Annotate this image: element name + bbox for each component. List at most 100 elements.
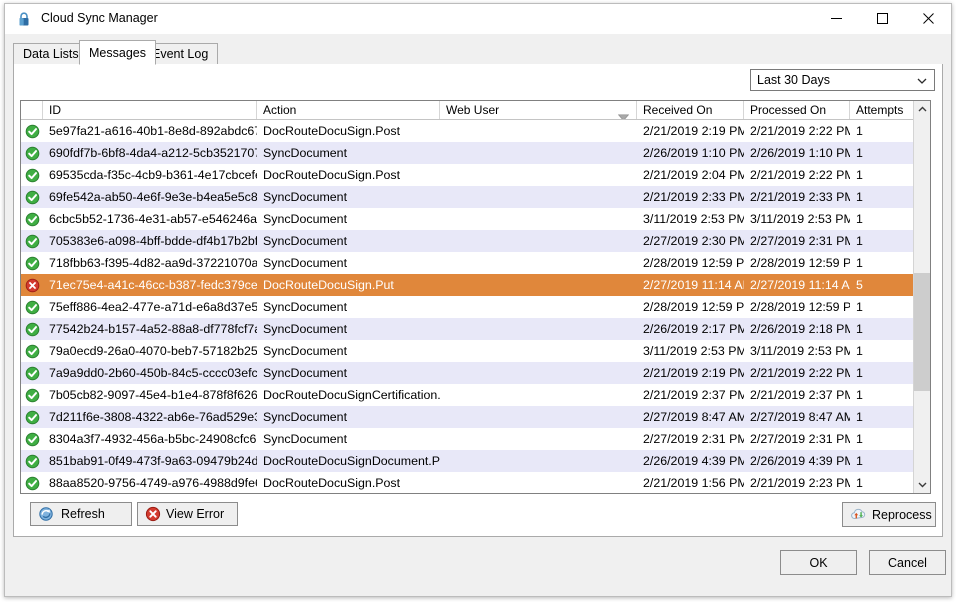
cell-web_user xyxy=(440,186,637,208)
tab-strip: Data Lists Messages Event Log xyxy=(13,40,943,65)
cell-received_on: 2/28/2019 12:59 PM xyxy=(643,300,744,314)
messages-grid[interactable]: ID Action Web User Received On Processed On A… xyxy=(20,100,931,494)
cell-received_on: 2/27/2019 2:31 PM xyxy=(643,432,744,446)
cell-processed_on: 2/21/2019 2:23 PM xyxy=(750,476,850,490)
cell-id: 77542b24-b157-4a52-88a8-df778fcf7aed xyxy=(49,322,257,336)
view-error-button[interactable]: View Error xyxy=(137,502,238,526)
column-header-web_user[interactable]: Web User xyxy=(440,101,637,119)
refresh-button-label: Refresh xyxy=(61,507,105,521)
cell-id: 69fe542a-ab50-4e6f-9e3e-b4ea5e5c85f8 xyxy=(49,190,257,204)
reprocess-button-label: Reprocess xyxy=(872,507,932,522)
cell-received_on: 2/21/2019 1:56 PM xyxy=(643,476,744,490)
cell-processed_on: 2/27/2019 2:31 PM xyxy=(750,432,850,446)
cell-received_on: 2/21/2019 2:33 PM xyxy=(643,190,744,204)
close-button[interactable] xyxy=(905,4,951,33)
column-header-label: Received On xyxy=(643,103,713,117)
refresh-button[interactable]: Refresh xyxy=(30,502,132,526)
status-ok-icon xyxy=(21,384,43,406)
table-row[interactable]: 7b05cb82-9097-45e4-b1e4-878f8f626db1 DocR… xyxy=(21,384,930,406)
cell-processed_on: 2/26/2019 1:10 PM xyxy=(750,146,850,160)
cell-processed_on: 2/26/2019 4:39 PM xyxy=(750,454,850,468)
scroll-up-button[interactable] xyxy=(914,101,930,118)
cell-id: 851bab91-0f49-473f-9a63-09479b24d48a xyxy=(49,454,257,468)
app-window: Cloud Sync Manager Data Lists Messages E… xyxy=(4,3,952,597)
tab-messages[interactable]: Messages xyxy=(79,40,156,65)
status-ok-icon xyxy=(21,142,43,164)
cell-received_on: 2/28/2019 12:59 PM xyxy=(643,256,744,270)
cell-id: 5e97fa21-a616-40b1-8e8d-892abdc679fb xyxy=(49,124,257,138)
cloud-sync-icon xyxy=(850,507,867,522)
close-icon xyxy=(922,13,934,24)
cell-processed_on: 2/21/2019 2:33 PM xyxy=(750,190,850,204)
grid-body: 5e97fa21-a616-40b1-8e8d-892abdc679fb DocR… xyxy=(21,120,930,493)
date-range-value: Last 30 Days xyxy=(757,73,830,87)
cell-processed_on: 2/27/2019 11:14 AM xyxy=(750,278,850,292)
column-header-received_on[interactable]: Received On xyxy=(637,101,744,119)
column-header-status[interactable] xyxy=(21,101,43,119)
table-row[interactable]: 77542b24-b157-4a52-88a8-df778fcf7aed Sync… xyxy=(21,318,930,340)
column-header-label: Web User xyxy=(446,103,500,117)
minimize-button[interactable] xyxy=(813,4,859,33)
cancel-button[interactable]: Cancel xyxy=(869,550,946,575)
maximize-button[interactable] xyxy=(859,4,905,33)
cell-id: 75eff886-4ea2-477e-a71d-e6a8d37e5b38 xyxy=(49,300,257,314)
cell-processed_on: 2/26/2019 2:18 PM xyxy=(750,322,850,336)
cell-received_on: 3/11/2019 2:53 PM xyxy=(643,344,744,358)
cell-processed_on: 3/11/2019 2:53 PM xyxy=(750,344,850,358)
table-row[interactable]: 69535cda-f35c-4cb9-b361-4e17cbcefe68 DocR… xyxy=(21,164,930,186)
column-header-processed_on[interactable]: Processed On xyxy=(744,101,850,119)
table-row[interactable]: 851bab91-0f49-473f-9a63-09479b24d48a DocR… xyxy=(21,450,930,472)
cell-action: SyncDocument xyxy=(263,366,348,380)
cell-received_on: 2/26/2019 4:39 PM xyxy=(643,454,744,468)
table-row[interactable]: 7d211f6e-3808-4322-ab6e-76ad529e3a89 Sync… xyxy=(21,406,930,428)
cell-web_user xyxy=(440,274,637,296)
table-row[interactable]: 79a0ecd9-26a0-4070-beb7-57182b2588f1 Sync… xyxy=(21,340,930,362)
cell-action: DocRouteDocuSign.Post xyxy=(263,168,401,182)
cell-action: SyncDocument xyxy=(263,256,348,270)
cell-action: SyncDocument xyxy=(263,146,348,160)
column-header-action[interactable]: Action xyxy=(257,101,440,119)
scroll-down-button[interactable] xyxy=(914,476,930,493)
chevron-down-icon xyxy=(918,482,926,488)
table-row[interactable]: 88aa8520-9756-4749-a976-4988d9fe69a4 DocR… xyxy=(21,472,930,493)
cell-processed_on: 2/21/2019 2:37 PM xyxy=(750,388,850,402)
cell-web_user xyxy=(440,252,637,274)
scrollbar-thumb[interactable] xyxy=(914,273,930,391)
table-row[interactable]: 5e97fa21-a616-40b1-8e8d-892abdc679fb DocR… xyxy=(21,120,930,142)
cell-web_user xyxy=(440,384,637,406)
ok-button[interactable]: OK xyxy=(780,550,857,575)
cell-web_user xyxy=(440,120,637,142)
table-row[interactable]: 69fe542a-ab50-4e6f-9e3e-b4ea5e5c85f8 Sync… xyxy=(21,186,930,208)
table-row[interactable]: 705383e6-a098-4bff-bdde-df4b17b2bfd5 Sync… xyxy=(21,230,930,252)
table-row[interactable]: 718fbb63-f395-4d82-aa9d-37221070adb2 Sync… xyxy=(21,252,930,274)
cell-id: 690fdf7b-6bf8-4da4-a212-5cb35217074b xyxy=(49,146,257,160)
cell-action: SyncDocument xyxy=(263,344,348,358)
table-row[interactable]: 690fdf7b-6bf8-4da4-a212-5cb35217074b Sync… xyxy=(21,142,930,164)
table-row[interactable]: 71ec75e4-a41c-46cc-b387-fedc379cedd3 DocR… xyxy=(21,274,930,296)
column-header-label: ID xyxy=(49,103,61,117)
table-row[interactable]: 7a9a9dd0-2b60-450b-84c5-cccc03efc080 Sync… xyxy=(21,362,930,384)
chevron-up-icon xyxy=(918,106,926,112)
tab-data-lists[interactable]: Data Lists xyxy=(13,43,89,64)
cell-action: SyncDocument xyxy=(263,300,348,314)
cell-received_on: 2/21/2019 2:37 PM xyxy=(643,388,744,402)
view-error-button-label: View Error xyxy=(166,507,225,521)
status-ok-icon xyxy=(21,164,43,186)
reprocess-button[interactable]: Reprocess xyxy=(842,502,936,527)
table-row[interactable]: 75eff886-4ea2-477e-a71d-e6a8d37e5b38 Sync… xyxy=(21,296,930,318)
cell-action: DocRouteDocuSign.Put xyxy=(263,278,394,292)
cell-id: 718fbb63-f395-4d82-aa9d-37221070adb2 xyxy=(49,256,257,270)
cell-processed_on: 2/28/2019 12:59 PM xyxy=(750,300,850,314)
cell-action: SyncDocument xyxy=(263,234,348,248)
cell-action: SyncDocument xyxy=(263,432,348,446)
title-bar: Cloud Sync Manager xyxy=(5,4,951,34)
lock-icon xyxy=(16,11,32,27)
table-row[interactable]: 8304a3f7-4932-456a-b5bc-24908cfc692d Sync… xyxy=(21,428,930,450)
column-header-id[interactable]: ID xyxy=(43,101,257,119)
date-range-dropdown[interactable]: Last 30 Days xyxy=(750,69,935,91)
vertical-scrollbar[interactable] xyxy=(913,101,930,493)
chevron-down-icon xyxy=(916,74,928,92)
table-row[interactable]: 6cbc5b52-1736-4e31-ab57-e546246a9ced Sync… xyxy=(21,208,930,230)
filter-triangle-icon[interactable] xyxy=(617,108,630,119)
cell-action: DocRouteDocuSignCertification.Post xyxy=(263,388,440,402)
